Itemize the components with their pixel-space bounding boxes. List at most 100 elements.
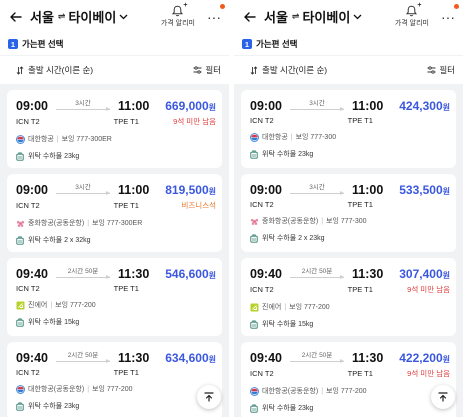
airline-name: 중화항공(공동운항): [28, 220, 85, 227]
flight-card[interactable]: 09:40 2시간 50분 11:30 422,200원 ICN T2 TPE …: [241, 342, 456, 417]
bell-plus-icon: +: [172, 2, 187, 17]
price-amount: 669,000: [165, 99, 209, 113]
back-arrow-icon[interactable]: [244, 10, 256, 24]
flight-card[interactable]: 09:00 3시간 11:00 424,300원 ICN T2 TPE T1 대…: [241, 90, 456, 168]
arrival-time: 11:00: [117, 183, 150, 197]
aircraft-type: 보잉 777-200: [92, 386, 133, 393]
route-selector[interactable]: 서울 ⇌ 타이베이: [30, 7, 128, 26]
flight-card[interactable]: 09:00 3시간 11:00 533,500원 ICN T2 TPE T1 중…: [241, 174, 456, 252]
luggage-icon: [250, 149, 258, 159]
price-currency: 원: [442, 271, 450, 280]
duration-text: 3시간: [309, 100, 325, 107]
price-currency: 원: [442, 187, 450, 196]
arrival-airport: TPE T1: [113, 368, 139, 377]
jinair-logo: [250, 303, 259, 312]
departure-time: 09:00: [250, 183, 282, 197]
fare-note: 9석 미만 남음: [407, 285, 450, 294]
china-airlines-logo: [16, 219, 25, 228]
price-amount: 546,600: [165, 267, 209, 281]
separator: |: [321, 387, 324, 395]
price-amount: 533,500: [399, 183, 443, 197]
departure-time: 09:00: [250, 99, 282, 113]
airline-name: 진에어: [262, 304, 282, 311]
fare-price: 533,500원: [399, 183, 450, 199]
step-number-badge: 1: [8, 39, 18, 49]
airline-name: 진에어: [28, 302, 48, 309]
scroll-to-top-button[interactable]: [197, 385, 221, 409]
destination-city: 타이베이: [68, 10, 117, 25]
filter-button[interactable]: 필터: [193, 64, 221, 76]
luggage-icon: [250, 233, 258, 243]
price-amount: 422,200: [399, 351, 443, 365]
departure-time: 09:00: [16, 183, 48, 197]
airline-name: 대한항공: [262, 134, 288, 141]
fare-note: 비즈니스석: [181, 201, 217, 210]
price-alert-button[interactable]: + 가격 알리미: [394, 2, 429, 28]
more-menu-button[interactable]: ···: [207, 3, 225, 24]
sort-label: 출발 시간(이른 순): [28, 65, 94, 75]
airline-name: 중화항공(공동운항): [262, 218, 319, 225]
baggage-allowance: 위탁 수하물 2 x 32kg: [28, 237, 91, 244]
route-selector[interactable]: 서울 ⇌ 타이베이: [264, 7, 362, 26]
price-alert-label: 가격 알리미: [394, 20, 429, 27]
airline-name: 대한항공: [28, 136, 54, 143]
sort-button[interactable]: 출발 시간(이른 순): [250, 64, 327, 76]
flight-card[interactable]: 09:00 3시간 11:00 669,000원 ICN T2 TPE T1 9…: [7, 90, 222, 168]
step-header: 1 가는편 선택: [0, 33, 229, 55]
price-amount: 819,500: [165, 183, 209, 197]
fare-price: 634,600원: [165, 351, 216, 367]
arrival-time: 11:30: [351, 267, 384, 281]
price-alert-button[interactable]: + 가격 알리미: [161, 2, 195, 28]
arrival-time: 11:30: [117, 351, 150, 365]
flight-card[interactable]: 09:40 2시간 50분 11:30 546,600원 ICN T2 TPE …: [7, 258, 222, 336]
luggage-icon: [250, 403, 258, 413]
departure-airport: ICN T2: [250, 116, 274, 125]
flight-list: 09:00 3시간 11:00 424,300원 ICN T2 TPE T1 대…: [234, 84, 463, 417]
screen-right: 서울 ⇌ 타이베이 + 가격 알리미 ··· 1 가는편 선택 출발 시간(이른…: [234, 0, 463, 417]
korean-air-logo: [16, 384, 25, 394]
fare-price: 424,300원: [399, 99, 450, 115]
luggage-icon: [16, 151, 24, 161]
sort-icon: [16, 65, 24, 75]
filter-label: 필터: [205, 65, 221, 75]
baggage-allowance: 위탁 수하물 2 x 23kg: [262, 235, 325, 242]
arrival-airport: TPE T1: [347, 285, 373, 294]
baggage-allowance: 위탁 수하물 15kg: [28, 319, 80, 326]
filter-icon: [427, 66, 436, 74]
back-arrow-icon[interactable]: [10, 10, 22, 24]
round-trip-arrows-icon: ⇌: [57, 11, 65, 21]
flight-card[interactable]: 09:40 2시간 50분 11:30 634,600원 ICN T2 TPE …: [7, 342, 222, 417]
bell-plus-icon: +: [406, 2, 421, 17]
arrival-airport: TPE T1: [347, 116, 373, 125]
sort-icon: [250, 65, 258, 75]
flight-card[interactable]: 09:00 3시간 11:00 819,500원 ICN T2 TPE T1 비…: [7, 174, 222, 252]
sort-button[interactable]: 출발 시간(이른 순): [16, 64, 93, 76]
fare-price: 307,400원: [399, 267, 450, 283]
duration-arrow: [289, 275, 344, 279]
fare-price: 819,500원: [165, 183, 216, 199]
luggage-icon: [16, 317, 24, 327]
scroll-to-top-button[interactable]: [431, 385, 455, 409]
top-bar: 서울 ⇌ 타이베이 + 가격 알리미 ···: [0, 0, 229, 33]
top-bar: 서울 ⇌ 타이베이 + 가격 알리미 ···: [234, 0, 463, 33]
departure-time: 09:40: [250, 267, 282, 281]
filter-button[interactable]: 필터: [427, 64, 455, 76]
korean-air-logo: [250, 386, 259, 396]
duration-text: 2시간 50분: [67, 268, 99, 275]
more-menu-button[interactable]: ···: [441, 3, 459, 24]
arrival-airport: TPE T1: [113, 117, 139, 126]
baggage-allowance: 위탁 수하물 23kg: [28, 403, 80, 410]
departure-airport: ICN T2: [250, 369, 274, 378]
flight-duration: 2시간 50분: [288, 267, 346, 281]
baggage-allowance: 위탁 수하물 15kg: [262, 321, 314, 328]
duration-text: 2시간 50분: [301, 268, 333, 275]
flight-card[interactable]: 09:40 2시간 50분 11:30 307,400원 ICN T2 TPE …: [241, 258, 456, 336]
flight-duration: 2시간 50분: [288, 351, 346, 365]
sort-label: 출발 시간(이른 순): [262, 65, 328, 75]
fare-price: 669,000원: [165, 99, 216, 115]
departure-airport: ICN T2: [250, 200, 274, 209]
duration-arrow: [55, 191, 110, 195]
price-currency: 원: [208, 187, 216, 196]
step-header: 1 가는편 선택: [234, 33, 463, 55]
fare-note: 9석 미만 남음: [173, 117, 216, 126]
